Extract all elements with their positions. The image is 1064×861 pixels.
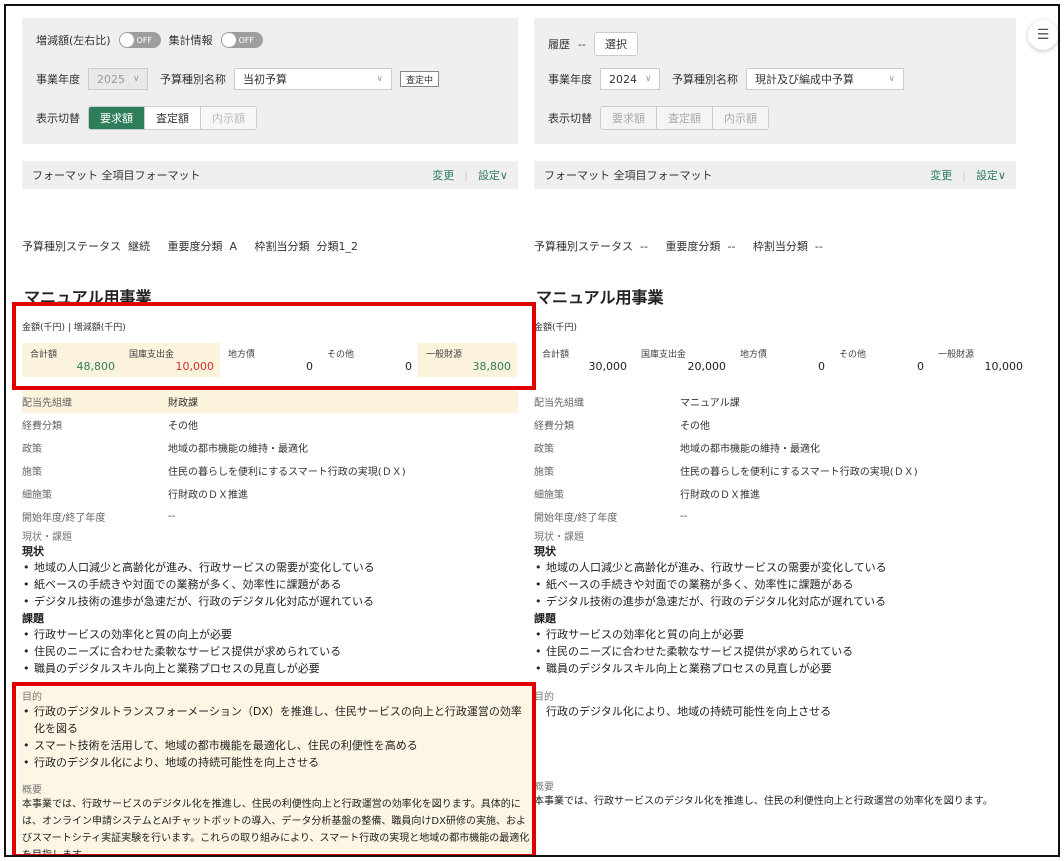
money-local-bond: 地方債 0 <box>228 350 313 373</box>
money-national: 国庫支出金 20,000 <box>641 350 726 373</box>
money-header: 金額(千円) | 増減額(千円) <box>22 323 126 333</box>
list-item: 住民のニーズに合わせた柔軟なサービス提供が求められている <box>22 643 532 660</box>
history-value: -- <box>578 37 586 51</box>
display-option-notice: 内示額 <box>713 107 768 129</box>
list-item: 職員のデジタルスキル向上と業務プロセスの見直しが必要 <box>22 660 532 677</box>
money-local-bond: 地方債 0 <box>740 350 825 373</box>
display-option-request[interactable]: 要求額 <box>89 107 145 129</box>
right-purpose-section: 目的 行政のデジタル化により、地域の持続可能性を向上させる 概要 本事業では、行… <box>534 688 1044 810</box>
list-item: 行政サービスの効率化と質の向上が必要 <box>22 626 532 643</box>
fiscal-year-label: 事業年度 <box>548 73 592 86</box>
list-item: 行政サービスの効率化と質の向上が必要 <box>534 626 1044 643</box>
chevron-down-icon: ∨ <box>645 74 652 84</box>
chevron-down-icon: ∨ <box>888 74 895 84</box>
format-settings-link[interactable]: 設定∨ <box>478 167 508 183</box>
list-menu-icon[interactable]: ☰ <box>1028 20 1058 50</box>
display-option-assess: 査定額 <box>657 107 713 129</box>
left-purpose-section: 目的 行政のデジタルトランスフォーメーション（DX）を推進し、住民サービスの向上… <box>22 688 532 857</box>
format-change-link[interactable]: 変更 <box>432 167 454 183</box>
display-label: 表示切替 <box>548 112 592 125</box>
overview-text: 本事業では、行政サービスのデジタル化を推進し、住民の利便性向上と行政運営の効率化… <box>22 799 530 857</box>
attr-row: 経費分類 その他 <box>534 421 710 432</box>
money-total: 合計額 30,000 <box>542 350 627 373</box>
summary-label: 集計情報 <box>168 34 213 47</box>
attr-row: 経費分類 その他 <box>22 421 198 432</box>
money-header: 金額(千円) <box>534 323 578 333</box>
left-issues-section: 現状・課題 現状 地域の人口減少と高齢化が進み、行政サービスの需要が変化している… <box>22 528 532 677</box>
left-filter-panel: 増減額(左右比) OFF 集計情報 OFF 事業年度 2025 ∨ 予算種別名称 … <box>22 18 518 144</box>
attr-row: 開始年度/終了年度 -- <box>534 511 688 524</box>
left-attributes: 配当先組織 財政課 経費分類 その他 政策 地域の都市機能の維持・最適化 施策 住民の暮… <box>22 390 518 528</box>
attr-row: 施策 住民の暮らしを便利にするスマート行政の実現(ＤＸ) <box>534 467 918 478</box>
attr-row: 開始年度/終了年度 -- <box>22 511 176 524</box>
format-label: フォーマット 全項目フォーマット <box>544 169 713 182</box>
display-toggle: 要求額 査定額 内示額 <box>600 106 769 130</box>
right-issues-section: 現状・課題 現状 地域の人口減少と高齢化が進み、行政サービスの需要が変化している… <box>534 528 1044 677</box>
left-format-bar: フォーマット 全項目フォーマット 変更 | 設定∨ <box>22 161 518 189</box>
display-option-notice[interactable]: 内示額 <box>201 107 256 129</box>
display-option-assess[interactable]: 査定額 <box>145 107 201 129</box>
left-project-title: マニュアル用事業 <box>24 288 152 307</box>
right-filter-panel: 履歴 -- 選択 事業年度 2024 ∨ 予算種別名称 現計及び編成中予算 ∨ 表示… <box>534 18 1016 144</box>
format-change-link[interactable]: 変更 <box>930 167 952 183</box>
budget-type-select[interactable]: 現計及び編成中予算 ∨ <box>746 68 904 90</box>
fiscal-year-label: 事業年度 <box>36 73 80 86</box>
attr-row: 配当先組織 マニュアル課 <box>534 398 740 409</box>
format-label: フォーマット 全項目フォーマット <box>32 169 201 182</box>
chevron-down-icon: ∨ <box>376 74 383 84</box>
money-other: その他 0 <box>327 350 412 373</box>
list-item: 職員のデジタルスキル向上と業務プロセスの見直しが必要 <box>534 660 1044 677</box>
attr-row: 施策 住民の暮らしを便利にするスマート行政の実現(ＤＸ) <box>22 467 406 478</box>
attr-row: 配当先組織 財政課 <box>22 390 518 413</box>
select-history-button[interactable]: 選択 <box>593 32 638 56</box>
overview-text: 本事業では、行政サービスのデジタル化を推進し、住民の利便性向上と行政運営の効率化… <box>534 796 993 807</box>
money-general: 一般財源 38,800 <box>418 343 517 377</box>
money-national: 国庫支出金 10,000 <box>121 343 220 377</box>
list-item: デジタル技術の進歩が急速だが、行政のデジタル化対応が遅れている <box>22 593 532 610</box>
list-item: 紙ベースの手続きや対面での業務が多く、効率性に課題がある <box>534 576 1044 593</box>
format-settings-link[interactable]: 設定∨ <box>976 167 1006 183</box>
fiscal-year-select[interactable]: 2024 ∨ <box>600 68 660 90</box>
money-general: 一般財源 10,000 <box>938 350 1023 373</box>
list-item: デジタル技術の進歩が急速だが、行政のデジタル化対応が遅れている <box>534 593 1044 610</box>
right-money-table: 金額(千円) 合計額 30,000 国庫支出金 20,000 地方債 0 その他 0 一… <box>534 320 1030 377</box>
right-attributes: 配当先組織 マニュアル課 経費分類 その他 政策 地域の都市機能の維持・最適化 施策住… <box>534 390 1030 528</box>
list-item: 地域の人口減少と高齢化が進み、行政サービスの需要が変化している <box>534 559 1044 576</box>
attr-row: 細施策 行財政のＤＸ推進 <box>22 490 248 501</box>
fiscal-year-select: 2025 ∨ <box>88 68 148 90</box>
attr-row: 政策 地域の都市機能の維持・最適化 <box>534 444 820 455</box>
purpose-text: 行政のデジタル化により、地域の持続可能性を向上させる <box>546 705 832 718</box>
money-total: 合計額 48,800 <box>22 343 121 377</box>
chevron-down-icon: ∨ <box>133 74 140 84</box>
display-option-request: 要求額 <box>601 107 657 129</box>
list-item: 紙ベースの手続きや対面での業務が多く、効率性に課題がある <box>22 576 532 593</box>
display-toggle[interactable]: 要求額 査定額 内示額 <box>88 106 257 130</box>
budget-type-label: 予算種別名称 <box>160 73 226 86</box>
list-item: 地域の人口減少と高齢化が進み、行政サービスの需要が変化している <box>22 559 532 576</box>
status-badge: 査定中 <box>400 71 440 87</box>
increase-toggle[interactable]: OFF <box>118 32 161 48</box>
left-money-table: 金額(千円) | 増減額(千円) 合計額 48,800 国庫支出金 10,000 地… <box>22 320 518 377</box>
list-item: スマート技術を活用して、地域の都市機能を最適化し、住民の利便性を高める <box>22 737 532 754</box>
list-item: 行政のデジタルトランスフォーメーション（DX）を推進し、住民サービスの向上と行政… <box>22 703 532 737</box>
right-project-title: マニュアル用事業 <box>536 288 664 307</box>
display-label: 表示切替 <box>36 112 80 125</box>
list-item: 住民のニーズに合わせた柔軟なサービス提供が求められている <box>534 643 1044 660</box>
right-format-bar: フォーマット 全項目フォーマット 変更 | 設定∨ <box>534 161 1016 189</box>
right-status-line: 予算種別ステータス -- 重要度分類 -- 枠割当分類 -- <box>534 240 823 253</box>
attr-row: 政策 地域の都市機能の維持・最適化 <box>22 444 308 455</box>
summary-toggle[interactable]: OFF <box>220 32 263 48</box>
attr-row: 細施策 行財政のＤＸ推進 <box>534 490 760 501</box>
list-item: 行政のデジタル化により、地域の持続可能性を向上させる <box>22 754 532 771</box>
money-other: その他 0 <box>839 350 924 373</box>
comparison-window: ☰ 増減額(左右比) OFF 集計情報 OFF 事業年度 2025 ∨ 予算種別名… <box>4 4 1060 857</box>
history-label: 履歴 <box>548 38 570 51</box>
budget-type-label: 予算種別名称 <box>672 73 738 86</box>
increase-label: 増減額(左右比) <box>36 34 111 47</box>
budget-type-select[interactable]: 当初予算 ∨ <box>234 68 392 90</box>
left-status-line: 予算種別ステータス 継続 重要度分類 A 枠割当分類 分類1_2 <box>22 240 358 253</box>
